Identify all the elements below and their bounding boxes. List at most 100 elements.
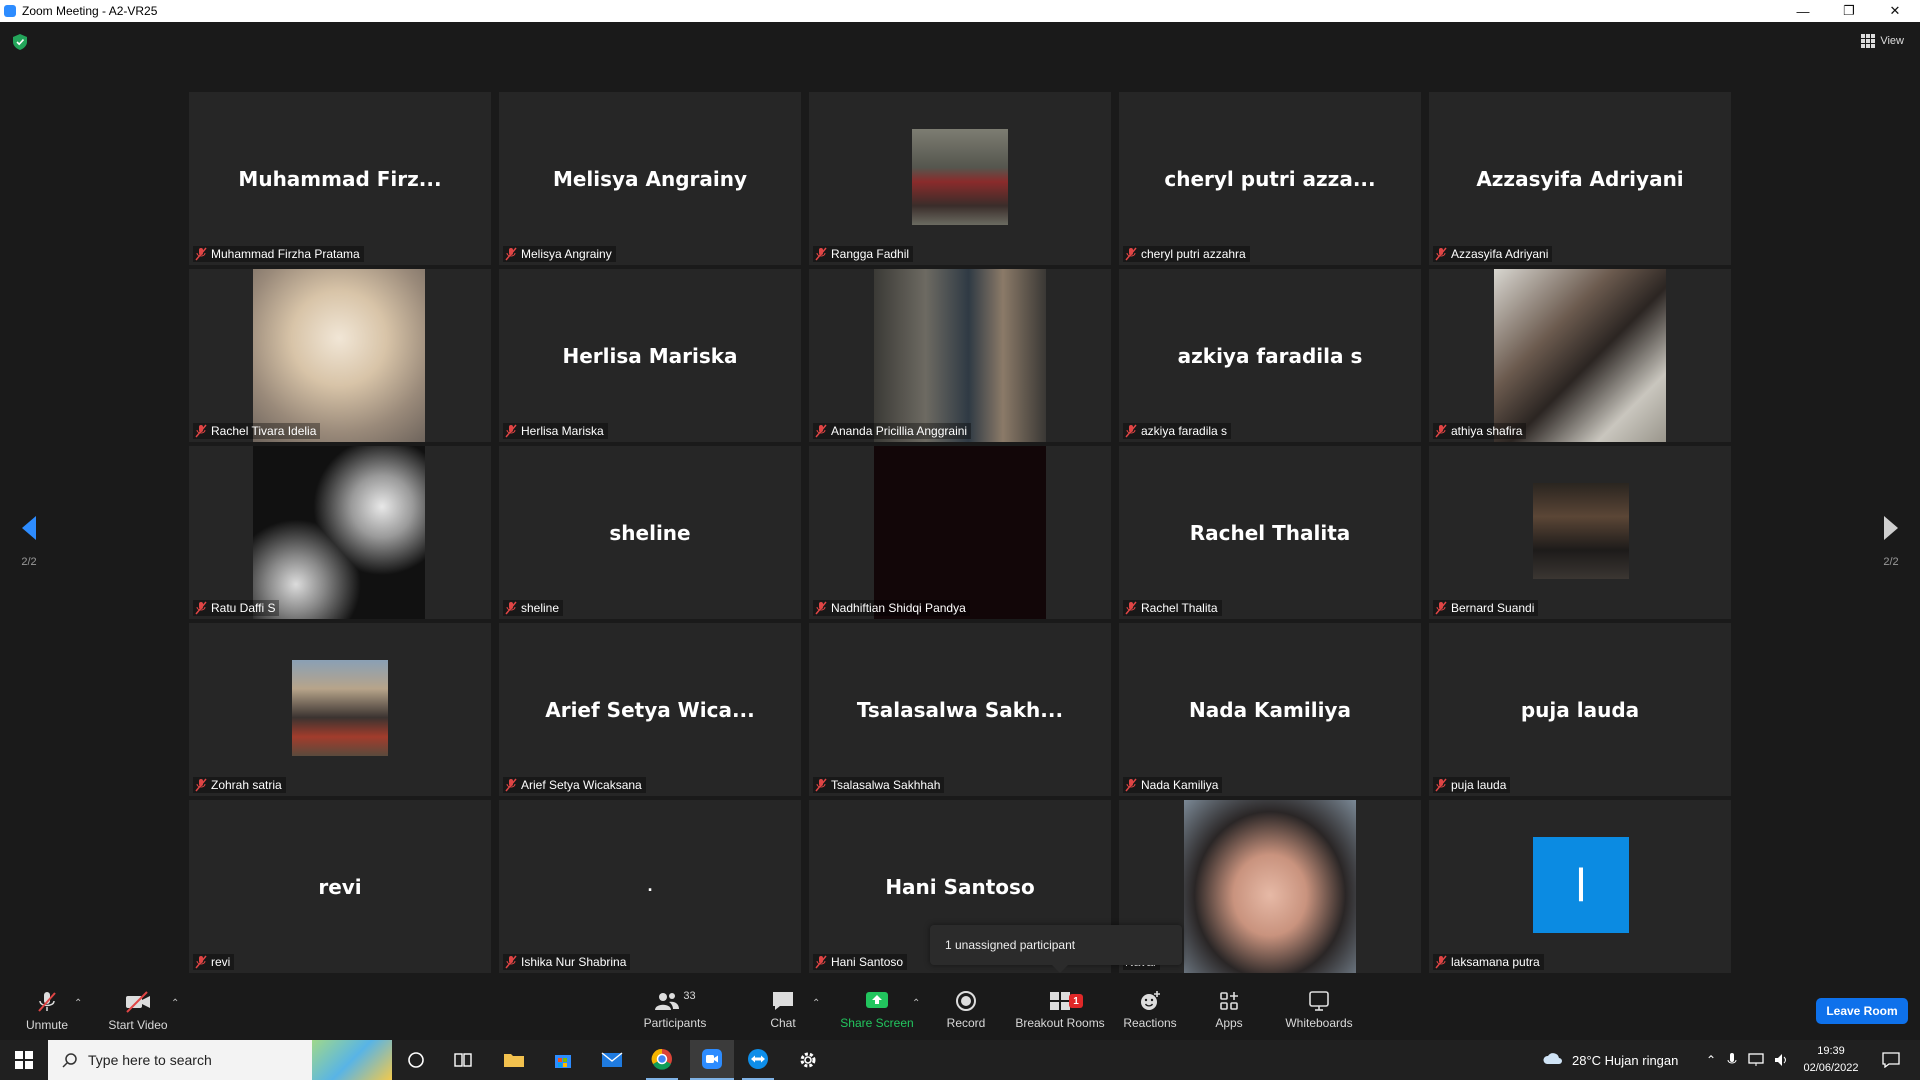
start-video-button[interactable]: Start Video [106, 990, 170, 1032]
restore-icon[interactable]: ❐ [1826, 0, 1872, 22]
teamviewer-icon[interactable] [742, 1040, 774, 1080]
breakout-notification-badge: 1 [1069, 994, 1083, 1008]
participant-label: Herlisa Mariska [503, 423, 608, 439]
reactions-button[interactable]: Reactions [1122, 990, 1178, 1030]
apps-button[interactable]: Apps [1212, 990, 1246, 1030]
chat-label: Chat [770, 1016, 796, 1030]
participant-tile[interactable]: Nadhiftian Shidqi Pandya [809, 446, 1111, 619]
participant-tile[interactable]: . Ishika Nur Shabrina [499, 800, 801, 973]
muted-mic-icon [195, 778, 207, 792]
participant-label: Azzasyifa Adriyani [1433, 246, 1553, 262]
task-view-icon[interactable] [447, 1040, 479, 1080]
participant-name: laksamana putra [1451, 955, 1540, 969]
participant-label: Arief Setya Wicaksana [503, 777, 646, 793]
participant-tile[interactable]: Azzasyifa Adriyani Azzasyifa Adriyani [1429, 92, 1731, 265]
taskbar-search-input[interactable]: Type here to search [48, 1040, 392, 1080]
participant-tile[interactable]: Bernard Suandi [1429, 446, 1731, 619]
file-explorer-icon[interactable] [498, 1040, 530, 1080]
share-screen-button[interactable]: Share Screen [838, 990, 916, 1030]
participant-tile[interactable]: revi revi [189, 800, 491, 973]
participant-tile[interactable]: Tsalasalwa Sakh... Tsalasalwa Sakhhah [809, 623, 1111, 796]
weather-widget[interactable]: 28°C Hujan ringan [1542, 1040, 1678, 1080]
participant-tile[interactable]: Nada Kamiliya Nada Kamiliya [1119, 623, 1421, 796]
participant-label: Nadhiftian Shidqi Pandya [813, 600, 970, 616]
participant-tile[interactable]: Rachel Thalita Rachel Thalita [1119, 446, 1421, 619]
video-options-chevron-icon[interactable]: ⌃ [171, 998, 179, 1009]
search-icon [62, 1053, 77, 1068]
whiteboards-button[interactable]: Whiteboards [1282, 990, 1356, 1030]
microphone-icon[interactable] [1726, 1052, 1738, 1068]
participant-name: Arief Setya Wicaksana [521, 778, 642, 792]
breakout-rooms-button[interactable]: Breakout Rooms [1014, 990, 1106, 1030]
participant-label: athiya shafira [1433, 423, 1527, 439]
microsoft-store-icon[interactable] [547, 1040, 579, 1080]
participant-tile[interactable]: athiya shafira [1429, 269, 1731, 442]
participant-tile[interactable]: Ananda Pricillia Anggraini [809, 269, 1111, 442]
show-hidden-icons-chevron-icon[interactable]: ⌃ [1706, 1053, 1716, 1067]
chat-options-chevron-icon[interactable]: ⌃ [812, 998, 820, 1009]
muted-mic-icon [815, 247, 827, 261]
next-page-indicator: 2/2 [1883, 556, 1899, 568]
muted-mic-icon [195, 247, 207, 261]
next-page-button[interactable]: 2/2 [1876, 515, 1906, 568]
participant-tile[interactable]: azkiya faradila s azkiya faradila s [1119, 269, 1421, 442]
participant-tile[interactable]: Muhammad Firz... Muhammad Firzha Pratama [189, 92, 491, 265]
arrow-right-icon [1884, 516, 1898, 540]
record-button[interactable]: Record [946, 990, 986, 1030]
participant-tile[interactable]: Rachel Tivara Idelia [189, 269, 491, 442]
participants-button[interactable]: 33 Participants [640, 990, 710, 1030]
participant-name: athiya shafira [1451, 424, 1523, 438]
taskbar-clock[interactable]: 19:39 02/06/2022 [1795, 1043, 1867, 1077]
participant-label: Tsalasalwa Sakhhah [813, 777, 945, 793]
participant-tile[interactable]: cheryl putri azza... cheryl putri azzahr… [1119, 92, 1421, 265]
video-feed [1494, 269, 1666, 442]
participant-name: Nadhiftian Shidqi Pandya [831, 601, 966, 615]
video-feed [253, 446, 425, 619]
participants-count: 33 [683, 990, 696, 1002]
participant-tile[interactable]: sheline sheline [499, 446, 801, 619]
windows-start-icon[interactable] [0, 1040, 48, 1080]
leave-room-button[interactable]: Leave Room [1816, 998, 1908, 1024]
participant-tile[interactable]: Arief Setya Wica... Arief Setya Wicaksan… [499, 623, 801, 796]
view-button[interactable]: View [1861, 34, 1904, 48]
participant-display-name: Tsalasalwa Sakh... [856, 697, 1064, 722]
zoom-taskbar-icon[interactable] [690, 1040, 734, 1080]
system-tray: ⌃ [1706, 1040, 1790, 1080]
participant-tile[interactable]: puja lauda puja lauda [1429, 623, 1731, 796]
window-titlebar: Zoom Meeting - A2-VR25 — ❐ ✕ [0, 0, 1920, 22]
cortana-icon[interactable] [400, 1040, 432, 1080]
participant-label: Hani Santoso [813, 954, 908, 970]
settings-gear-icon[interactable] [792, 1040, 824, 1080]
share-options-chevron-icon[interactable]: ⌃ [912, 998, 920, 1009]
participant-tile[interactable]: l laksamana putra [1429, 800, 1731, 973]
chat-button[interactable]: Chat [763, 990, 803, 1030]
chrome-icon[interactable] [646, 1040, 678, 1080]
participant-tile[interactable]: Rangga Fadhil [809, 92, 1111, 265]
start-video-label: Start Video [108, 1018, 168, 1032]
notifications-icon[interactable] [1876, 1040, 1906, 1080]
participant-tile[interactable]: Melisya Angrainy Melisya Angrainy [499, 92, 801, 265]
network-icon[interactable] [1748, 1053, 1764, 1067]
participants-icon [655, 993, 680, 1010]
cloud-rain-icon [1543, 1053, 1562, 1064]
close-icon[interactable]: ✕ [1872, 0, 1918, 22]
unassigned-participant-tooltip: 1 unassigned participant [930, 925, 1182, 973]
participant-tile[interactable]: Herlisa Mariska Herlisa Mariska [499, 269, 801, 442]
participant-tile[interactable]: Zohrah satria [189, 623, 491, 796]
mail-icon[interactable] [596, 1040, 628, 1080]
participant-name: Tsalasalwa Sakhhah [831, 778, 941, 792]
muted-mic-icon [815, 601, 827, 615]
whiteboards-label: Whiteboards [1285, 1016, 1353, 1030]
participant-label: Zohrah satria [193, 777, 286, 793]
audio-options-chevron-icon[interactable]: ⌃ [74, 998, 82, 1009]
participant-name: Rangga Fadhil [831, 247, 910, 261]
participant-tile[interactable]: Ratu Daffi S [189, 446, 491, 619]
minimize-icon[interactable]: — [1780, 0, 1826, 22]
security-shield-icon[interactable] [13, 34, 27, 50]
previous-page-button[interactable]: 2/2 [14, 515, 44, 568]
muted-mic-icon [505, 955, 517, 969]
reactions-label: Reactions [1123, 1016, 1177, 1030]
unmute-button[interactable]: Unmute [22, 990, 72, 1032]
participants-label: Participants [643, 1016, 707, 1030]
volume-icon[interactable] [1774, 1053, 1790, 1067]
